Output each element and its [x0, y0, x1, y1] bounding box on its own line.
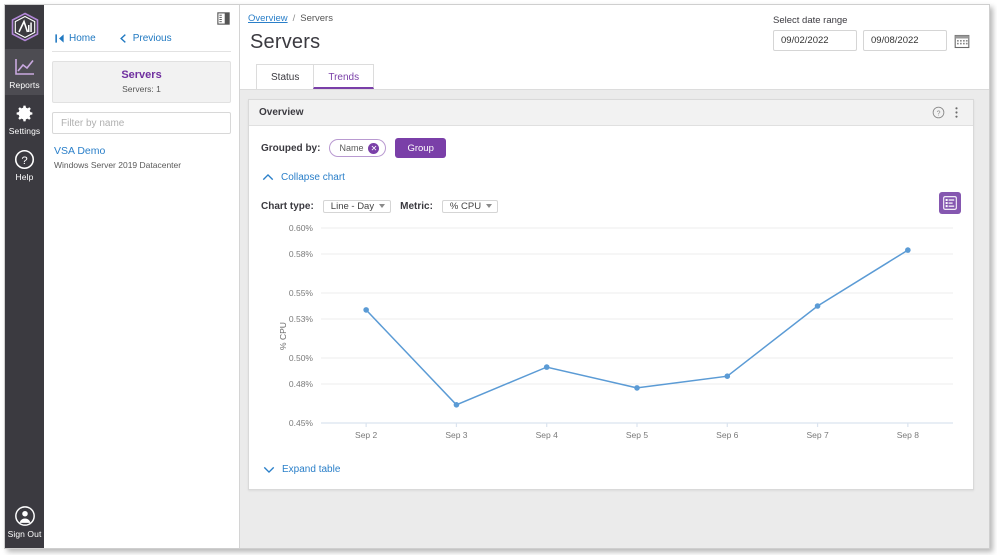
tab-status[interactable]: Status — [256, 64, 315, 89]
context-nav: Home Previous — [44, 5, 239, 51]
group-chip-name[interactable]: Name ✕ — [329, 139, 387, 157]
trend-chart: % CPU 0.60% 0.58% 0.55% 0.53% 0.50% 0.48% 0.45… — [261, 222, 961, 450]
svg-text:0.45%: 0.45% — [289, 418, 314, 428]
date-range-row — [773, 30, 970, 51]
calendar-icon[interactable] — [953, 32, 970, 49]
chart-canvas[interactable]: 0.60% 0.58% 0.55% 0.53% 0.50% 0.48% 0.45% Sep 2… — [261, 222, 961, 447]
help-circle-icon[interactable]: ? — [929, 106, 947, 119]
sidebar-item-settings[interactable]: Settings — [5, 95, 44, 141]
group-button[interactable]: Group — [395, 138, 446, 158]
nav-previous-link[interactable]: Previous — [118, 33, 172, 44]
svg-text:Sep 3: Sep 3 — [445, 430, 467, 440]
svg-text:0.48%: 0.48% — [289, 379, 314, 389]
expand-table-label: Expand table — [282, 464, 341, 475]
sidebar-item-reports[interactable]: Reports — [5, 49, 44, 95]
sidebar-item-label: Help — [15, 172, 34, 182]
date-range-label: Select date range — [773, 15, 848, 26]
main-region: Overview / Servers Servers Select date r… — [240, 5, 989, 548]
breadcrumb-separator: / — [292, 13, 296, 24]
svg-text:Sep 2: Sep 2 — [355, 430, 377, 440]
context-nav-divider — [52, 51, 231, 52]
overview-panel: Overview ? Grouped by: Name ✕ Group Coll… — [248, 99, 974, 490]
chart-y-axis-title: % CPU — [277, 322, 288, 350]
list-item[interactable]: VSA Demo Windows Server 2019 Datacenter — [54, 145, 229, 170]
chart-line-icon — [5, 56, 44, 78]
server-os-description: Windows Server 2019 Datacenter — [54, 160, 182, 170]
collapse-chart-label: Collapse chart — [281, 172, 345, 183]
breadcrumb-overview-link[interactable]: Overview — [248, 13, 288, 24]
expand-table-toggle[interactable]: Expand table — [261, 450, 961, 489]
svg-text:0.55%: 0.55% — [289, 288, 314, 298]
question-circle-icon: ? — [5, 148, 44, 170]
user-circle-icon — [5, 505, 44, 527]
svg-text:Sep 7: Sep 7 — [806, 430, 828, 440]
sign-out-button[interactable]: Sign Out — [5, 498, 44, 548]
start-date-input[interactable] — [773, 30, 857, 51]
servers-card-count: Servers: 1 — [122, 84, 161, 94]
date-range-picker: Select date range — [773, 15, 970, 51]
server-name-link[interactable]: VSA Demo — [54, 145, 229, 157]
content-area: Overview ? Grouped by: Name ✕ Group Coll… — [240, 89, 989, 548]
sidebar-item-help[interactable]: ? Help — [5, 141, 44, 187]
server-list: VSA Demo Windows Server 2019 Datacenter — [44, 134, 239, 170]
svg-text:0.60%: 0.60% — [289, 223, 314, 233]
svg-text:0.50%: 0.50% — [289, 353, 314, 363]
chevron-down-icon — [379, 204, 386, 208]
chevron-up-icon — [262, 173, 274, 182]
chevron-left-icon — [118, 33, 129, 44]
servers-summary-card[interactable]: Servers Servers: 1 — [52, 61, 231, 103]
chevron-down-icon — [486, 204, 493, 208]
svg-text:Sep 6: Sep 6 — [716, 430, 738, 440]
overview-panel-header: Overview ? — [249, 100, 973, 126]
chevron-down-icon — [263, 465, 275, 474]
sidebar-item-label: Reports — [9, 80, 40, 90]
breadcrumb-current: Servers — [300, 13, 333, 24]
collapse-chart-toggle[interactable]: Collapse chart — [262, 172, 961, 183]
list-view-icon[interactable] — [939, 192, 961, 214]
nav-home-link[interactable]: Home — [54, 33, 96, 44]
end-date-input[interactable] — [863, 30, 947, 51]
metric-select[interactable]: % CPU — [441, 196, 499, 216]
nav-home-label: Home — [69, 33, 96, 44]
skip-back-icon — [54, 33, 65, 44]
context-panel: Home Previous Servers Servers: 1 VSA Dem… — [44, 5, 240, 548]
overview-panel-title: Overview — [259, 107, 304, 118]
nav-previous-label: Previous — [132, 33, 172, 44]
grouped-by-label: Grouped by: — [261, 142, 321, 154]
sidebar-item-label: Settings — [8, 126, 41, 136]
sign-out-label: Sign Out — [7, 529, 42, 539]
svg-text:?: ? — [936, 110, 940, 117]
panel-collapse-icon[interactable] — [215, 10, 232, 27]
primary-nav-rail: Reports Settings ? Help Sign Out — [5, 5, 44, 548]
tab-trends[interactable]: Trends — [313, 64, 375, 89]
overview-panel-body: Grouped by: Name ✕ Group Collapse chart … — [249, 126, 973, 489]
close-circle-icon[interactable]: ✕ — [368, 142, 380, 154]
grouped-by-row: Grouped by: Name ✕ Group — [261, 138, 961, 158]
servers-card-title: Servers — [121, 69, 162, 81]
page-header: Overview / Servers Servers Select date r… — [240, 5, 989, 89]
svg-text:?: ? — [21, 154, 27, 166]
chart-type-select[interactable]: Line - Day — [322, 196, 392, 216]
svg-text:0.53%: 0.53% — [289, 314, 314, 324]
svg-text:0.58%: 0.58% — [289, 249, 314, 259]
svg-text:Sep 5: Sep 5 — [626, 430, 648, 440]
svg-text:Sep 8: Sep 8 — [897, 430, 919, 440]
tab-bar: Status Trends — [256, 64, 989, 89]
chart-controls: Chart type: Line - Day Metric: % CPU — [261, 192, 961, 216]
group-chip-label: Name — [339, 143, 364, 153]
filter-by-name-input[interactable] — [52, 112, 231, 134]
svg-text:Sep 4: Sep 4 — [536, 430, 558, 440]
app-logo-icon[interactable] — [5, 5, 44, 49]
chart-type-label: Chart type: — [261, 200, 314, 212]
gear-icon — [5, 102, 44, 124]
kebab-menu-icon[interactable] — [947, 106, 965, 119]
application-window: Reports Settings ? Help Sign Out Home Pr… — [4, 4, 990, 549]
metric-label: Metric: — [400, 200, 433, 212]
